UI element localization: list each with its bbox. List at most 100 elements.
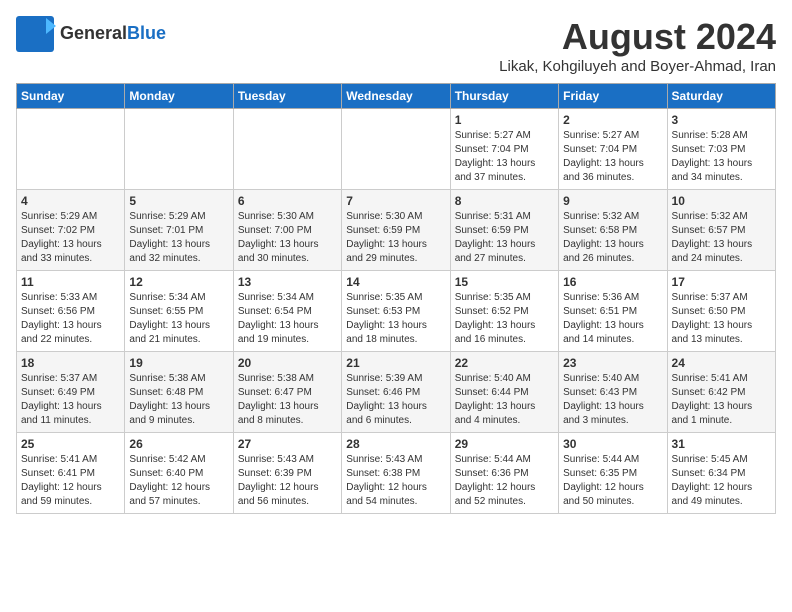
table-row: 9Sunrise: 5:32 AM Sunset: 6:58 PM Daylig… [559, 190, 667, 271]
col-sunday: Sunday [17, 84, 125, 109]
day-info: Sunrise: 5:40 AM Sunset: 6:43 PM Dayligh… [563, 372, 662, 428]
table-row: 25 Sunrise: 5:41 AM Sunset: 6:41 PM Dayli… [17, 433, 125, 514]
table-row: 4 Sunrise: 5:29 AM Sunset: 7:02 PM Daylig… [17, 190, 125, 271]
day-number: 21 [346, 356, 445, 370]
table-row: 20 Sunrise: 5:38 AM Sunset: 6:47 PM Dayli… [233, 352, 341, 433]
day-info: Sunrise: 5:37 AM Sunset: 6:50 PM Dayligh… [672, 291, 771, 347]
day-info: Sunrise: 5:39 AM Sunset: 6:46 PM Dayligh… [346, 372, 445, 428]
day-number: 10 [672, 194, 771, 208]
day-info: Sunrise: 5:38 AM Sunset: 6:47 PM Dayligh… [238, 372, 337, 428]
table-row: 6 Sunrise: 5:30 AM Sunset: 7:00 PM Daylig… [233, 190, 341, 271]
day-number: 1 [455, 113, 554, 127]
logo-general: General [60, 23, 127, 43]
table-row [342, 109, 450, 190]
day-info: Sunrise: 5:44 AM Sunset: 6:35 PM Dayligh… [563, 453, 662, 509]
table-row: 13Sunrise: 5:34 AM Sunset: 6:54 PM Dayli… [233, 271, 341, 352]
table-row: 29 Sunrise: 5:44 AM Sunset: 6:36 PM Dayli… [450, 433, 558, 514]
day-info: Sunrise: 5:43 AM Sunset: 6:38 PM Dayligh… [346, 453, 445, 509]
day-number: 4 [21, 194, 120, 208]
day-info: Sunrise: 5:44 AM Sunset: 6:36 PM Dayligh… [455, 453, 554, 509]
day-number: 6 [238, 194, 337, 208]
table-row: 31Sunrise: 5:45 AM Sunset: 6:34 PM Dayli… [667, 433, 775, 514]
calendar-week-row: 18Sunrise: 5:37 AM Sunset: 6:49 PM Dayli… [17, 352, 776, 433]
calendar-header-row: Sunday Monday Tuesday Wednesday Thursday… [17, 84, 776, 109]
col-friday: Friday [559, 84, 667, 109]
day-number: 29 [455, 437, 554, 451]
day-number: 19 [129, 356, 228, 370]
logo: GeneralBlue [16, 16, 166, 52]
day-info: Sunrise: 5:41 AM Sunset: 6:41 PM Dayligh… [21, 453, 120, 509]
col-tuesday: Tuesday [233, 84, 341, 109]
calendar-week-row: 25 Sunrise: 5:41 AM Sunset: 6:41 PM Dayli… [17, 433, 776, 514]
day-info: Sunrise: 5:41 AM Sunset: 6:42 PM Dayligh… [672, 372, 771, 428]
table-row: 16 Sunrise: 5:36 AM Sunset: 6:51 PM Dayli… [559, 271, 667, 352]
day-info: Sunrise: 5:31 AM Sunset: 6:59 PM Dayligh… [455, 210, 554, 266]
day-info: Sunrise: 5:27 AM Sunset: 7:04 PM Dayligh… [455, 129, 554, 185]
location: Likak, Kohgiluyeh and Boyer-Ahmad, Iran [499, 58, 776, 75]
day-number: 14 [346, 275, 445, 289]
table-row: 28 Sunrise: 5:43 AM Sunset: 6:38 PM Dayli… [342, 433, 450, 514]
day-info: Sunrise: 5:33 AM Sunset: 6:56 PM Dayligh… [21, 291, 120, 347]
day-number: 16 [563, 275, 662, 289]
table-row: 15Sunrise: 5:35 AM Sunset: 6:52 PM Dayli… [450, 271, 558, 352]
table-row: 14 Sunrise: 5:35 AM Sunset: 6:53 PM Dayli… [342, 271, 450, 352]
table-row: 21 Sunrise: 5:39 AM Sunset: 6:46 PM Dayli… [342, 352, 450, 433]
table-row: 18Sunrise: 5:37 AM Sunset: 6:49 PM Dayli… [17, 352, 125, 433]
day-info: Sunrise: 5:43 AM Sunset: 6:39 PM Dayligh… [238, 453, 337, 509]
day-number: 18 [21, 356, 120, 370]
table-row: 19Sunrise: 5:38 AM Sunset: 6:48 PM Dayli… [125, 352, 233, 433]
day-number: 20 [238, 356, 337, 370]
day-info: Sunrise: 5:30 AM Sunset: 7:00 PM Dayligh… [238, 210, 337, 266]
day-number: 24 [672, 356, 771, 370]
table-row: 3Sunrise: 5:28 AM Sunset: 7:03 PM Daylig… [667, 109, 775, 190]
day-info: Sunrise: 5:45 AM Sunset: 6:34 PM Dayligh… [672, 453, 771, 509]
day-info: Sunrise: 5:36 AM Sunset: 6:51 PM Dayligh… [563, 291, 662, 347]
day-number: 25 [21, 437, 120, 451]
calendar-week-row: 11 Sunrise: 5:33 AM Sunset: 6:56 PM Dayli… [17, 271, 776, 352]
day-number: 28 [346, 437, 445, 451]
day-info: Sunrise: 5:29 AM Sunset: 7:01 PM Dayligh… [129, 210, 228, 266]
table-row: 26Sunrise: 5:42 AM Sunset: 6:40 PM Dayli… [125, 433, 233, 514]
day-number: 27 [238, 437, 337, 451]
day-number: 30 [563, 437, 662, 451]
day-number: 12 [129, 275, 228, 289]
day-number: 8 [455, 194, 554, 208]
table-row: 17 Sunrise: 5:37 AM Sunset: 6:50 PM Dayli… [667, 271, 775, 352]
col-thursday: Thursday [450, 84, 558, 109]
day-number: 11 [21, 275, 120, 289]
day-info: Sunrise: 5:32 AM Sunset: 6:57 PM Dayligh… [672, 210, 771, 266]
table-row: 2 Sunrise: 5:27 AM Sunset: 7:04 PM Daylig… [559, 109, 667, 190]
page-header: GeneralBlue August 2024 Likak, Kohgiluye… [16, 16, 776, 75]
table-row [17, 109, 125, 190]
day-info: Sunrise: 5:29 AM Sunset: 7:02 PM Dayligh… [21, 210, 120, 266]
logo-text: GeneralBlue [60, 24, 166, 44]
table-row: 8 Sunrise: 5:31 AM Sunset: 6:59 PM Daylig… [450, 190, 558, 271]
day-number: 17 [672, 275, 771, 289]
table-row: 30 Sunrise: 5:44 AM Sunset: 6:35 PM Dayli… [559, 433, 667, 514]
month-year: August 2024 [499, 16, 776, 58]
table-row: 5 Sunrise: 5:29 AM Sunset: 7:01 PM Daylig… [125, 190, 233, 271]
day-number: 15 [455, 275, 554, 289]
day-info: Sunrise: 5:28 AM Sunset: 7:03 PM Dayligh… [672, 129, 771, 185]
table-row [125, 109, 233, 190]
day-number: 23 [563, 356, 662, 370]
logo-icon [16, 16, 56, 52]
day-info: Sunrise: 5:30 AM Sunset: 6:59 PM Dayligh… [346, 210, 445, 266]
table-row: 10 Sunrise: 5:32 AM Sunset: 6:57 PM Dayli… [667, 190, 775, 271]
table-row: 22Sunrise: 5:40 AM Sunset: 6:44 PM Dayli… [450, 352, 558, 433]
day-info: Sunrise: 5:35 AM Sunset: 6:53 PM Dayligh… [346, 291, 445, 347]
day-info: Sunrise: 5:32 AM Sunset: 6:58 PM Dayligh… [563, 210, 662, 266]
table-row [233, 109, 341, 190]
day-number: 13 [238, 275, 337, 289]
table-row: 27 Sunrise: 5:43 AM Sunset: 6:39 PM Dayli… [233, 433, 341, 514]
table-row: 23 Sunrise: 5:40 AM Sunset: 6:43 PM Dayli… [559, 352, 667, 433]
day-number: 5 [129, 194, 228, 208]
col-wednesday: Wednesday [342, 84, 450, 109]
day-number: 22 [455, 356, 554, 370]
day-info: Sunrise: 5:34 AM Sunset: 6:55 PM Dayligh… [129, 291, 228, 347]
table-row: 7Sunrise: 5:30 AM Sunset: 6:59 PM Daylig… [342, 190, 450, 271]
col-saturday: Saturday [667, 84, 775, 109]
day-number: 2 [563, 113, 662, 127]
day-info: Sunrise: 5:27 AM Sunset: 7:04 PM Dayligh… [563, 129, 662, 185]
col-monday: Monday [125, 84, 233, 109]
